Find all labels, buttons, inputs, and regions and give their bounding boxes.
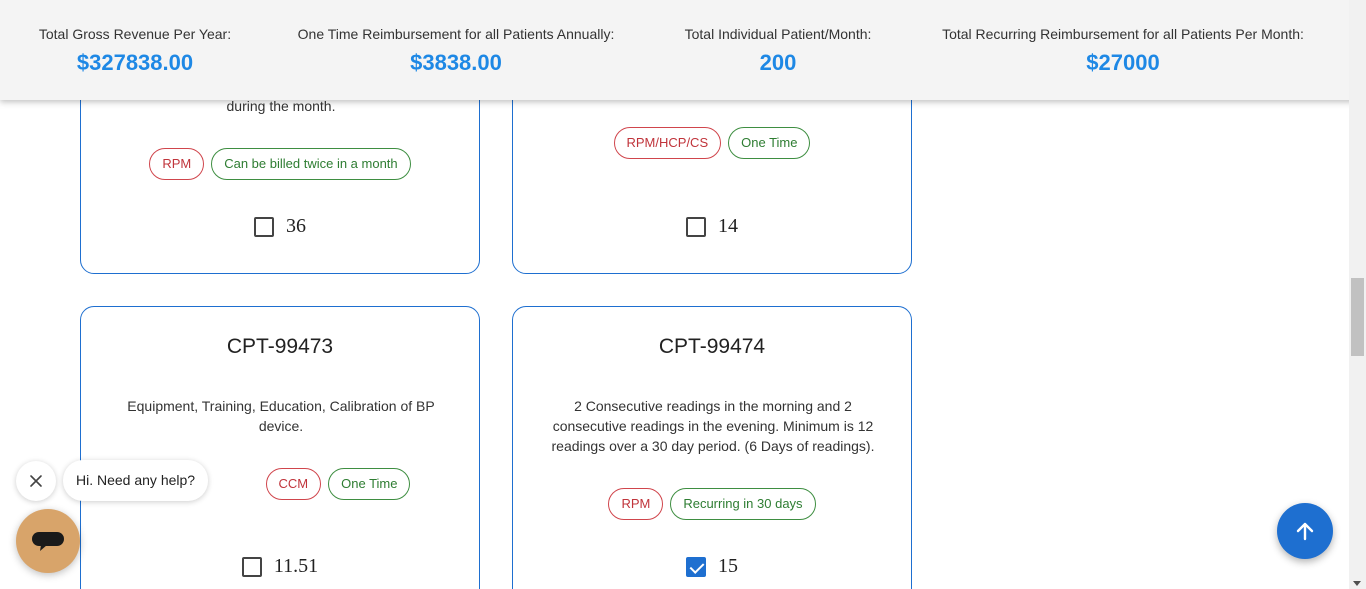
tag-rpm: RPM [149,148,205,180]
stat-label: Total Recurring Reimbursement for all Pa… [942,26,1304,42]
price-value: 14 [718,215,738,237]
stat-label: Total Individual Patient/Month: [684,26,872,42]
page-scrollbar[interactable] [1349,0,1366,589]
scroll-down-arrow-icon[interactable] [1353,581,1361,586]
tag-billing: Can be billed twice in a month [211,148,411,180]
tag-one-time: One Time [328,468,411,500]
price-row: 11.51 [81,555,479,578]
cpt-card: CPT-99473 Equipment, Training, Education… [80,306,480,589]
stat-value: $327838.00 [76,50,194,75]
stat-label: Total Gross Revenue Per Year: [38,26,232,42]
card-tags: RPM Can be billed twice in a month [81,148,479,180]
card-description: Equipment, Training, Education, Calibrat… [127,398,435,434]
card-title: CPT-99473 [226,335,334,358]
price-row: 14 [513,215,911,238]
card-tags: RPM Recurring in 30 days [513,488,911,520]
chat-icon [32,532,64,551]
tag-ccm: CCM [265,468,322,500]
tag-one-time: One Time [728,127,811,159]
select-checkbox[interactable] [241,556,262,577]
price-value: 15 [718,555,738,577]
stat-gross-revenue: Total Gross Revenue Per Year: $327838.00 [30,26,240,76]
price-value: 36 [286,215,306,237]
scroll-to-top-button[interactable] [1277,503,1333,559]
stat-patients-per-month: Total Individual Patient/Month: 200 [672,26,884,76]
stat-recurring-reimbursement: Total Recurring Reimbursement for all Pa… [928,26,1318,76]
chat-launcher-button[interactable] [16,509,80,573]
revenue-summary-bar: Total Gross Revenue Per Year: $327838.00… [0,0,1366,100]
close-icon [30,475,42,487]
card-title: CPT-99474 [658,335,766,358]
price-row: 15 [513,555,911,578]
card-description: 2 Consecutive readings in the morning an… [551,398,875,454]
stat-label: One Time Reimbursement for all Patients … [297,26,615,42]
card-tags: RPM/HCP/CS One Time [513,127,911,159]
scrollbar-thumb[interactable] [1351,278,1364,356]
price-value: 11.51 [273,555,319,577]
select-checkbox[interactable] [686,216,706,237]
tag-rpm-hcp-cs: RPM/HCP/CS [613,127,722,159]
stat-one-time-reimbursement: One Time Reimbursement for all Patients … [285,26,627,76]
chat-close-button[interactable] [16,461,56,501]
select-checkbox[interactable] [686,556,706,577]
tag-rpm: RPM [608,488,664,520]
price-row: 36 [81,215,479,238]
stat-value: $3838.00 [410,50,502,75]
stat-value: 200 [759,50,797,75]
tag-recurring: Recurring in 30 days [670,488,816,520]
cpt-card: CPT-99474 2 Consecutive readings in the … [512,306,912,589]
arrow-up-icon [1296,522,1314,541]
chat-greeting[interactable]: Hi. Need any help? [63,460,209,501]
select-checkbox[interactable] [254,216,274,237]
stat-value: $27000 [1086,50,1160,75]
